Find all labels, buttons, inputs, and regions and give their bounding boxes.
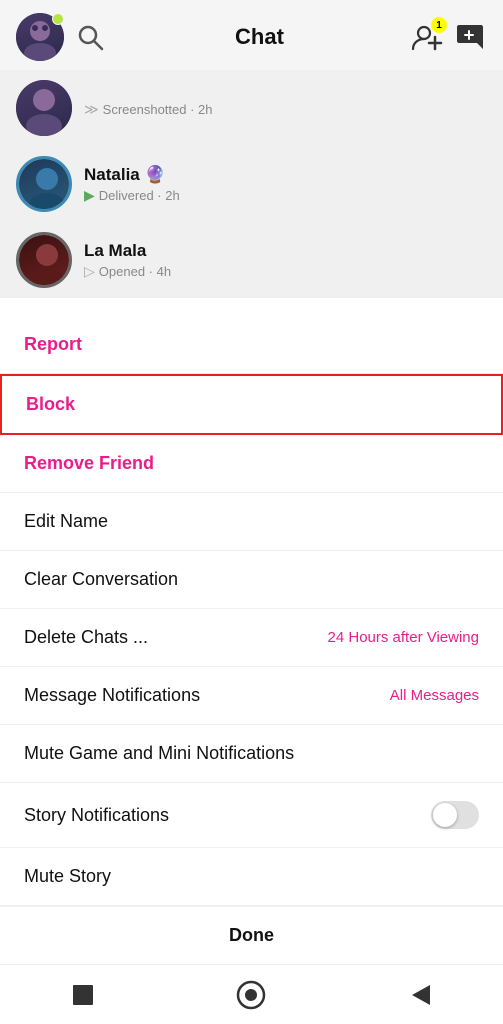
new-chat-button[interactable] <box>455 21 487 53</box>
search-button[interactable] <box>72 19 108 55</box>
chat-info-1: ≫ Screenshotted · 2h <box>84 99 487 118</box>
message-notifications-value: All Messages <box>390 687 479 704</box>
message-notifications-label: Message Notifications <box>24 685 200 706</box>
toggle-track <box>431 801 479 829</box>
chat-item[interactable]: ≫ Screenshotted · 2h <box>0 70 503 146</box>
mute-story-label: Mute Story <box>24 866 111 887</box>
mute-story-item[interactable]: Mute Story <box>0 848 503 906</box>
chat-list: ≫ Screenshotted · 2h Natalia 🔮 ▶ Deliver… <box>0 70 503 298</box>
edit-name-label: Edit Name <box>24 511 108 532</box>
message-notifications-item[interactable]: Message Notifications All Messages <box>0 667 503 725</box>
report-label: Report <box>24 334 82 355</box>
story-notifications-toggle[interactable] <box>431 801 479 829</box>
chat-status-2: ▶ Delivered · 2h <box>84 187 487 204</box>
add-friend-button[interactable]: 1 <box>411 21 443 53</box>
chat-info-3: La Mala ▷ Opened · 4h <box>84 241 487 280</box>
story-notifications-item[interactable]: Story Notifications <box>0 783 503 848</box>
home-nav-button[interactable] <box>69 981 97 1009</box>
top-bar-right: 1 <box>411 21 487 53</box>
clear-conversation-label: Clear Conversation <box>24 569 178 590</box>
mute-game-item[interactable]: Mute Game and Mini Notifications <box>0 725 503 783</box>
chat-status-text-3: Opened · 4h <box>99 264 171 279</box>
page-title: Chat <box>108 24 411 50</box>
mute-game-label: Mute Game and Mini Notifications <box>24 743 294 764</box>
chat-status-1: ≫ Screenshotted · 2h <box>84 101 487 118</box>
delete-chats-item[interactable]: Delete Chats ... 24 Hours after Viewing <box>0 609 503 667</box>
chat-avatar-3 <box>16 232 72 288</box>
remove-friend-item[interactable]: Remove Friend <box>0 435 503 493</box>
top-bar-left <box>16 13 108 61</box>
chat-avatar-1 <box>16 80 72 136</box>
chat-status-text-1: Screenshotted · 2h <box>103 102 213 117</box>
chat-info-2: Natalia 🔮 ▶ Delivered · 2h <box>84 165 487 204</box>
back-nav-button[interactable] <box>406 981 434 1009</box>
report-item[interactable]: Report <box>0 316 503 374</box>
toggle-thumb <box>433 803 457 827</box>
user-avatar-container[interactable] <box>16 13 64 61</box>
chat-status-3: ▷ Opened · 4h <box>84 263 487 280</box>
bottom-nav <box>0 964 503 1024</box>
notification-badge: 1 <box>431 17 447 33</box>
snapchat-nav-button[interactable] <box>235 979 267 1011</box>
clear-conversation-item[interactable]: Clear Conversation <box>0 551 503 609</box>
block-item[interactable]: Block <box>0 374 503 435</box>
delete-chats-value: 24 Hours after Viewing <box>328 629 479 646</box>
chat-name-2: Natalia 🔮 <box>84 165 487 185</box>
remove-friend-label: Remove Friend <box>24 453 154 474</box>
chat-item-2[interactable]: Natalia 🔮 ▶ Delivered · 2h <box>0 146 503 222</box>
chat-name-3: La Mala <box>84 241 487 261</box>
chat-item-3[interactable]: La Mala ▷ Opened · 4h <box>0 222 503 298</box>
chat-avatar-2 <box>16 156 72 212</box>
block-label: Block <box>26 394 75 415</box>
delete-chats-label: Delete Chats ... <box>24 627 148 648</box>
edit-name-item[interactable]: Edit Name <box>0 493 503 551</box>
top-bar: Chat 1 <box>0 0 503 70</box>
bottom-sheet: Report Block Remove Friend Edit Name Cle… <box>0 316 503 1024</box>
chat-status-text-2: Delivered · 2h <box>99 188 180 203</box>
done-button[interactable]: Done <box>0 906 503 964</box>
online-indicator <box>52 13 64 25</box>
story-notifications-label: Story Notifications <box>24 805 169 826</box>
